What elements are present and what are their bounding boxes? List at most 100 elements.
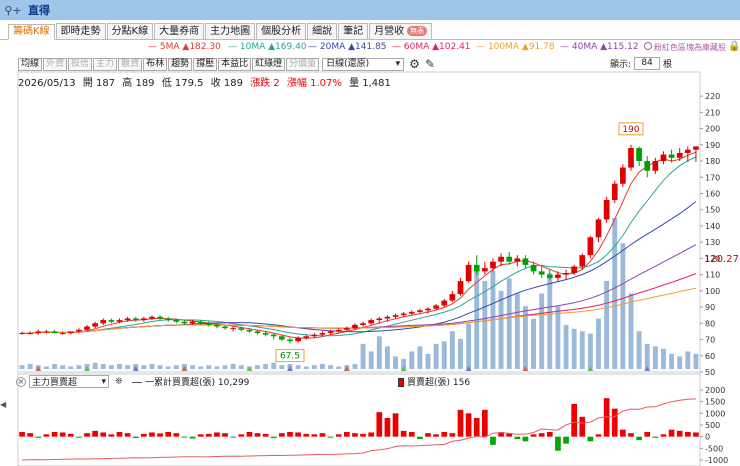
volume-bar <box>352 363 358 369</box>
candle-body <box>506 256 513 262</box>
volume-bar <box>612 218 618 369</box>
net-bar <box>563 436 569 444</box>
net-bar <box>384 418 391 437</box>
volume-bar <box>173 365 179 369</box>
volume-bar <box>255 365 260 369</box>
candle-body <box>246 329 253 332</box>
ma-line <box>22 244 697 334</box>
net-bar <box>449 433 456 437</box>
net-bar <box>555 436 561 451</box>
volume-bar <box>441 341 447 369</box>
candle-body <box>376 318 383 321</box>
volume-bar <box>498 290 504 369</box>
y-tick-label: 150 <box>705 206 720 215</box>
indicator-select[interactable]: 主力買賣超 ▾ <box>29 375 109 388</box>
candle-body <box>595 219 602 238</box>
candle-body <box>230 328 236 330</box>
net-bar <box>181 436 188 438</box>
scroll-left-icon[interactable]: ◀ <box>0 400 6 409</box>
volume-bar <box>238 365 244 369</box>
lower-y-tick-label: 500 <box>705 421 720 430</box>
volume-bar <box>669 353 675 369</box>
candle-body <box>538 271 545 275</box>
volume-bar <box>531 318 536 369</box>
net-bar <box>360 433 366 437</box>
y-tick-label: 140 <box>705 222 720 231</box>
candle-body <box>457 281 464 295</box>
net-bar <box>620 429 626 437</box>
ma-line <box>22 151 697 339</box>
volume-bar <box>547 273 553 369</box>
net-bar <box>319 433 326 437</box>
candle-body <box>408 311 415 314</box>
net-bar <box>676 430 683 437</box>
volume-bar <box>43 366 49 369</box>
volume-bar <box>125 365 131 369</box>
candle-body <box>628 148 634 168</box>
settings-icon[interactable]: ❊ <box>115 377 123 387</box>
candle-body <box>27 333 34 335</box>
chevron-down-icon: ▾ <box>101 376 106 387</box>
y-tick-label: 170 <box>705 173 720 182</box>
candle-body <box>579 255 586 267</box>
net-bar <box>684 432 691 437</box>
candle-body <box>449 294 456 301</box>
net-bar <box>400 430 407 437</box>
net-bar <box>433 434 439 437</box>
ma-line <box>22 201 697 334</box>
candle-body <box>530 264 537 272</box>
y-tick-label: 70 <box>705 336 715 345</box>
volume-bar <box>336 366 342 369</box>
net-bar <box>59 432 66 437</box>
candle-body <box>279 336 285 340</box>
volume-bar <box>279 365 285 369</box>
volume-bar <box>214 366 220 369</box>
candle-body <box>555 274 561 278</box>
volume-bar <box>76 365 82 369</box>
volume-bar <box>311 365 317 369</box>
volume-bar <box>198 366 204 369</box>
net-bar <box>165 432 172 437</box>
cumulative-legend: 一累計買賣超(張) 10,299 <box>132 375 249 388</box>
candle-body <box>35 331 42 334</box>
y-tick-label: 180 <box>705 157 720 166</box>
candle-body <box>238 328 245 330</box>
volume-bar <box>384 346 390 369</box>
volume-bar <box>685 351 691 369</box>
net-bar <box>141 433 147 437</box>
volume-bar <box>141 365 147 369</box>
net-bar <box>222 433 228 437</box>
candle-body <box>59 333 66 335</box>
net-bar <box>254 433 261 437</box>
candle-body <box>262 333 269 335</box>
candle-body <box>652 161 659 171</box>
candle-body <box>181 321 188 324</box>
candle-body <box>222 326 228 329</box>
volume-bar <box>693 353 699 369</box>
net-bar <box>35 436 42 438</box>
cumulative-line <box>22 398 696 461</box>
volume-bar <box>117 363 122 369</box>
volume-bar <box>555 306 561 369</box>
net-bar <box>652 436 659 438</box>
net-bar <box>417 436 423 439</box>
price-chart[interactable]: 2202102001901801701601501401301201101009… <box>0 0 740 466</box>
volume-bar <box>295 365 301 369</box>
candle-body <box>343 328 350 330</box>
net-bar <box>197 434 204 437</box>
volume-bar <box>263 363 269 369</box>
volume-bar <box>165 366 171 369</box>
net-legend: 買賣超(張) 156 <box>398 375 470 388</box>
close-icon[interactable]: × <box>16 376 26 387</box>
net-bar <box>214 432 220 437</box>
candle-body <box>270 334 277 337</box>
volume-bar <box>636 331 642 369</box>
volume-bar <box>628 293 634 369</box>
volume-bar <box>157 365 163 369</box>
volume-bar <box>571 328 577 369</box>
net-bar <box>238 434 245 437</box>
candle-body <box>676 152 683 158</box>
net-bar <box>408 432 415 437</box>
net-bar <box>465 413 472 437</box>
volume-bar <box>433 343 439 369</box>
